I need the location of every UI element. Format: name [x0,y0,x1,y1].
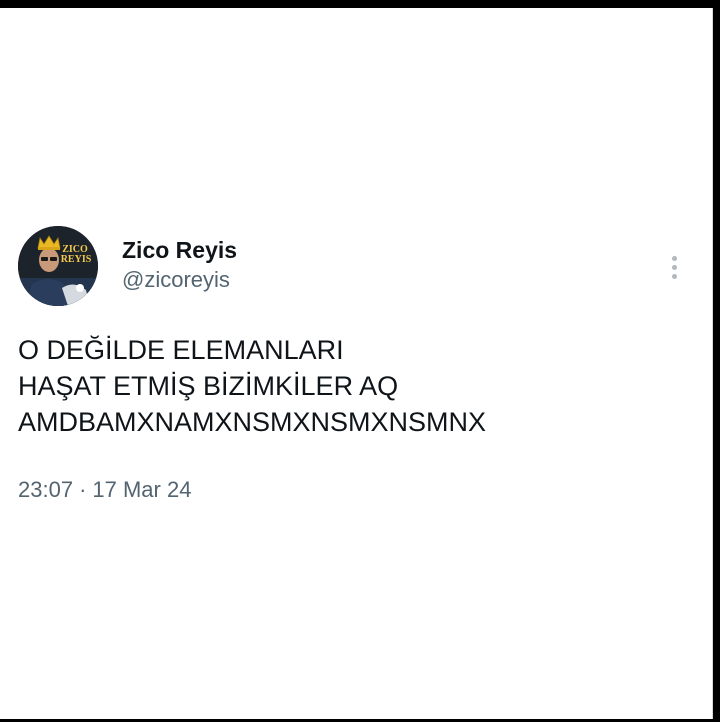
tweet-date: 17 Mar 24 [92,477,192,502]
tweet-timestamp[interactable]: 23:07 · 17 Mar 24 [18,476,191,504]
tweet-text: O DEĞİLDE ELEMANLARI HAŞAT ETMİŞ BİZİMKİ… [18,332,694,440]
more-vertical-icon [671,255,677,261]
author-display-name[interactable]: Zico Reyis [122,236,237,264]
avatar[interactable]: ZICO REYIS [18,226,98,306]
more-options-button[interactable] [664,252,684,282]
author-handle[interactable]: @zicoreyis [122,266,237,294]
author-info: Zico Reyis @zicoreyis [122,236,237,294]
more-vertical-icon-dot [671,264,677,270]
tweet-text-line: O DEĞİLDE ELEMANLARI [18,335,344,365]
more-vertical-icon-dot [671,273,677,279]
avatar-image: ZICO REYIS [18,226,98,306]
screenshot-frame: ZICO REYIS Zico Reyis @zicoreyis O DEĞİL… [0,8,713,719]
timestamp-separator: · [79,477,87,502]
tweet-text-line: AMDBAMXNAMXNSMXNSMXNSMNX [18,407,487,437]
avatar-text-bottom: REYIS [61,254,92,265]
tweet-text-line: HAŞAT ETMİŞ BİZİMKİLER AQ [18,371,399,401]
tweet-time: 23:07 [18,477,74,502]
